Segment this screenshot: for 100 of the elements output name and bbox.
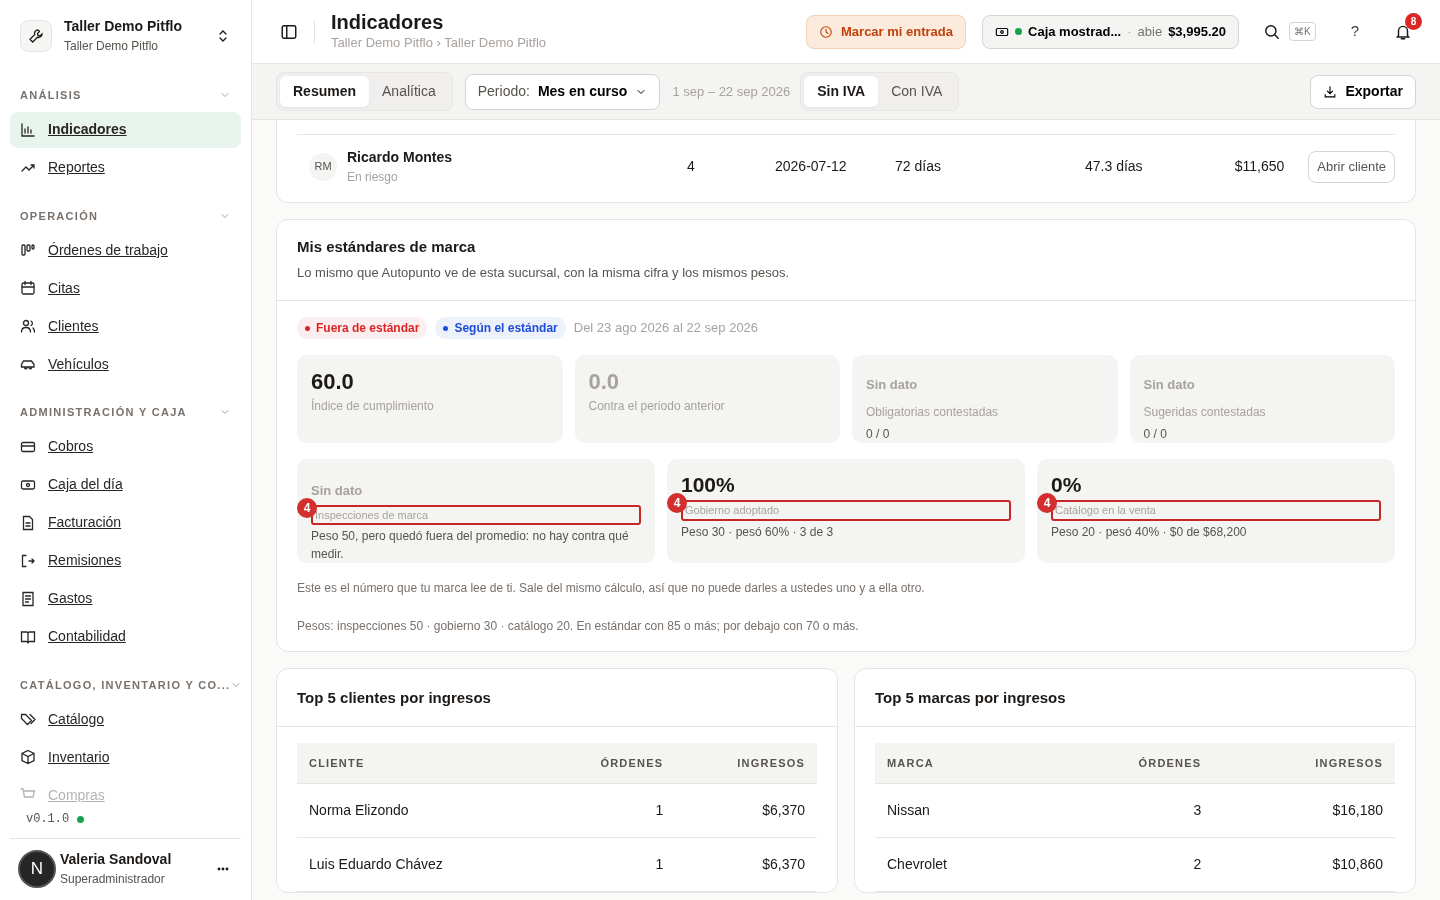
column-header: MARCA <box>875 742 1042 784</box>
stat-detail: 0 / 0 <box>866 425 891 443</box>
sidebar-item[interactable]: Cobros <box>10 428 241 465</box>
user-avatar: N <box>18 849 56 888</box>
date-range: Del 23 ago 2026 al 22 sep 2026 <box>573 319 759 338</box>
last-visit-date: 2026-07-12 <box>775 157 848 176</box>
segment-tab[interactable]: Con IVA <box>878 76 956 107</box>
section-title: OPERACIÓN <box>20 208 99 224</box>
user-name: Valeria Sandoval <box>60 850 173 869</box>
register-name: Caja mostrad... <box>1028 22 1122 41</box>
export-button[interactable]: Exportar <box>1310 74 1416 109</box>
issue-count-badge[interactable]: 4 <box>667 493 687 514</box>
section-title: ANÁLISIS <box>20 88 82 103</box>
stat-value: 60.0 <box>311 369 355 396</box>
calendar-icon <box>20 280 36 296</box>
section-title: ADMINISTRACIÓN Y CAJA <box>20 405 187 420</box>
users-icon <box>20 318 36 334</box>
open-client-button[interactable]: Abrir cliente <box>1308 150 1395 183</box>
clock-icon <box>819 24 833 39</box>
period-dropdown[interactable]: Periodo: Mes en curso <box>464 73 661 110</box>
client-name: Ricardo Montes <box>347 148 453 167</box>
table-cell: Nissan <box>875 783 1042 838</box>
page-title: Indicadores <box>331 10 445 33</box>
sidebar-item[interactable]: Vehículos <box>10 346 241 382</box>
legend-chip: Según el estándar <box>435 317 566 339</box>
issue-count-badge[interactable]: 4 <box>1037 493 1057 514</box>
table-cell: Norma Elizondo <box>297 783 542 838</box>
workspace-name: Taller Demo Pitflo <box>64 17 183 36</box>
component-label: Catálogo en la venta <box>1055 504 1156 517</box>
revenue-cell-text: $11,650 <box>1234 157 1285 176</box>
issue-count-badge[interactable]: 4 <box>297 497 317 518</box>
footnote-text: Este es el número que tu marca lee de ti. Sale del mismo cálculo, así que no puede darles a ustedes uno y a ella otro. <box>297 580 926 597</box>
segment-tab[interactable]: Analítica <box>369 76 449 107</box>
clock-in-button[interactable]: Marcar mi entrada <box>806 14 966 49</box>
stat-value: Sin dato <box>866 376 919 394</box>
sidebar-item[interactable]: Contabilidad <box>10 618 241 655</box>
sidebar-item[interactable]: Remisiones <box>10 542 241 579</box>
bar-chart-icon <box>20 121 36 138</box>
sidebar-item[interactable]: Órdenes de trabajo <box>10 232 241 268</box>
sidebar-item[interactable]: Catálogo <box>10 701 241 737</box>
column-header: INGRESOS <box>675 742 817 784</box>
section-title: CATÁLOGO, INVENTARIO Y CO... <box>20 677 231 693</box>
table-cell: 2 <box>1041 837 1214 892</box>
segment-tab[interactable]: Resumen <box>280 76 370 107</box>
document-icon <box>20 514 36 531</box>
sidebar-item[interactable]: Facturación <box>10 504 241 541</box>
component-note: Peso 50, pero quedó fuera del promedio: no hay contra qué medir. <box>311 528 630 563</box>
card-title: Mis estándares de marca <box>297 237 477 257</box>
column-header: ÓRDENES <box>541 742 676 784</box>
legend-chip: Fuera de estándar <box>297 317 428 339</box>
card-title: Top 5 clientes por ingresos <box>297 688 492 708</box>
date-range: 1 sep – 22 sep 2026 <box>672 82 791 101</box>
stat-value: 0.0 <box>588 369 621 396</box>
footnote-text: Pesos: inspecciones 50 · gobierno 30 · catálogo 20. En estándar con 85 o más; por debajo con 70 o más. <box>297 618 860 635</box>
tag-icon <box>20 711 36 727</box>
stat-value: Sin dato <box>1143 376 1196 394</box>
days-since-visit: 72 días <box>895 157 942 176</box>
sidebar-toggle-icon[interactable] <box>280 22 298 41</box>
receipt-icon <box>20 590 36 607</box>
average-interval: 47.3 días <box>1085 157 1144 176</box>
table-cell: $10,860 <box>1213 837 1395 892</box>
client-avatar: RM <box>309 152 337 181</box>
workspace-subtitle: Taller Demo Pitflo <box>64 38 160 55</box>
search-icon[interactable] <box>1263 22 1281 41</box>
stat-label: Obligatorias contestadas <box>866 403 1000 421</box>
notification-badge: 8 <box>1405 13 1422 30</box>
card-subtitle: Lo mismo que Autopunto ve de esta sucursal, con la misma cifra y los mismos pesos. <box>297 263 791 282</box>
sidebar-item[interactable]: Gastos <box>10 580 241 617</box>
sidebar-item[interactable]: Reportes <box>10 149 241 186</box>
table-cell: Luis Eduardo Chávez <box>297 837 542 892</box>
user-role: Superadministrador <box>60 871 166 888</box>
export-icon <box>20 552 36 569</box>
table-cell: Chevrolet <box>875 837 1042 892</box>
column-header: ÓRDENES <box>1041 742 1214 784</box>
box-icon <box>20 749 36 765</box>
component-value: Sin dato <box>311 482 364 500</box>
table-cell: 3 <box>1041 783 1214 838</box>
shortcut-key: ⌘K <box>1289 22 1316 41</box>
sidebar-item[interactable]: Clientes <box>10 308 241 344</box>
help-button[interactable]: ? <box>1341 15 1368 48</box>
download-icon <box>1323 84 1338 99</box>
column-header: INGRESOS <box>1213 742 1395 784</box>
cash-register-button[interactable]: Caja mostrad... · abie $3,995.20 <box>982 14 1239 49</box>
table-cell: $6,370 <box>675 837 817 892</box>
segment-tab[interactable]: Sin IVA <box>804 76 879 107</box>
book-icon <box>20 628 36 645</box>
sidebar-item[interactable]: Citas <box>10 270 241 306</box>
component-label: Inspecciones de marca <box>315 508 429 521</box>
separator-dot: · <box>1127 22 1132 41</box>
component-note: Peso 30 · pesó 60% · 3 de 3 <box>681 523 835 541</box>
table-cell: 1 <box>541 783 676 838</box>
sidebar-item[interactable]: Indicadores <box>10 111 241 148</box>
sidebar-item[interactable]: Caja del día <box>10 466 241 503</box>
table-cell: $16,180 <box>1213 783 1395 838</box>
wrench-icon <box>28 27 44 44</box>
order-count: 4 <box>687 157 696 176</box>
breadcrumb-text: Taller Demo Pitflo › Taller Demo Pitflo <box>331 33 548 52</box>
bell-icon[interactable] <box>1394 23 1412 42</box>
sidebar-item[interactable]: Inventario <box>10 739 241 775</box>
register-amount: $3,995.20 <box>1168 22 1226 41</box>
